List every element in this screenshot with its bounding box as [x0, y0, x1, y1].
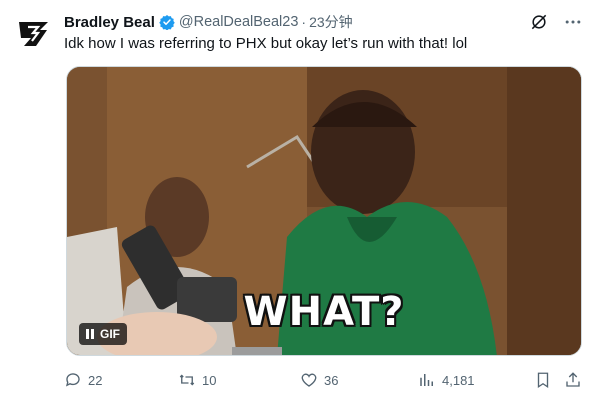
bookmark-button[interactable] [534, 371, 552, 389]
reply-icon [65, 373, 80, 387]
repost-button[interactable]: 10 [178, 371, 216, 389]
tweet-header: Bradley Beal @RealDealBeal23 · 23分钟 [64, 12, 583, 32]
avatar[interactable] [14, 14, 54, 54]
reply-count: 22 [88, 372, 103, 388]
action-bar: 22 10 36 4,181 [64, 370, 584, 390]
like-icon [301, 373, 317, 387]
bookmark-icon [537, 372, 549, 389]
views-icon [420, 374, 433, 386]
gif-label: GIF [100, 327, 120, 341]
author-handle[interactable]: @RealDealBeal23 [179, 14, 299, 30]
timestamp[interactable]: 23分钟 [309, 12, 353, 32]
like-count: 36 [324, 372, 339, 388]
like-button[interactable]: 36 [300, 371, 338, 389]
tweet-text: Idk how I was referring to PHX but okay … [64, 35, 468, 52]
more-icon[interactable] [563, 12, 583, 32]
share-icon [566, 372, 580, 387]
views-button[interactable]: 4,181 [418, 371, 475, 389]
view-count: 4,181 [442, 372, 475, 388]
gif-badge[interactable]: GIF [79, 323, 127, 345]
share-button[interactable] [564, 371, 582, 389]
verified-badge-icon [159, 15, 175, 30]
reply-button[interactable]: 22 [64, 371, 102, 389]
avatar-logo [19, 22, 48, 46]
repost-count: 10 [202, 372, 217, 388]
repost-icon [179, 374, 195, 386]
gif-caption: WHAT? [243, 289, 405, 335]
pause-icon[interactable] [86, 329, 94, 339]
separator-dot: · [301, 14, 307, 30]
author-name[interactable]: Bradley Beal [64, 14, 155, 31]
grok-icon[interactable] [529, 12, 549, 32]
gif-media[interactable]: WHAT? GIF [66, 66, 582, 356]
